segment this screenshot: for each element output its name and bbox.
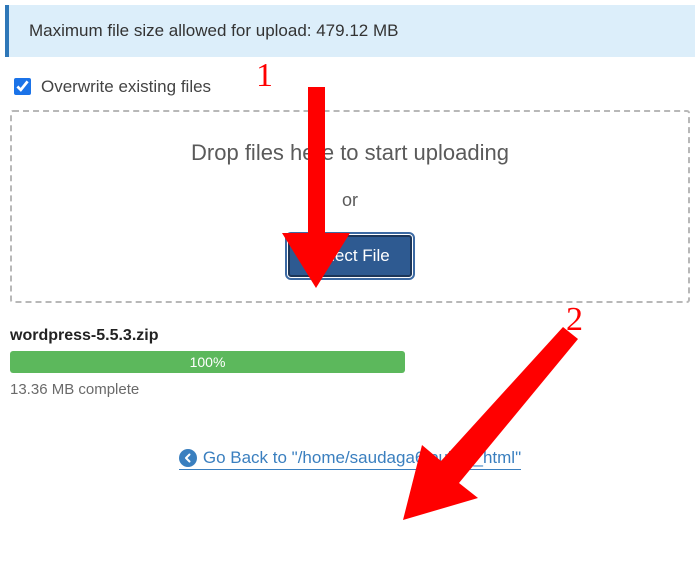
select-file-button[interactable]: Select File: [288, 235, 411, 277]
max-file-size-text: Maximum file size allowed for upload: 47…: [29, 21, 398, 40]
progress-fill: 100%: [10, 351, 405, 373]
arrow-left-circle-icon: [179, 449, 197, 467]
go-back-row: Go Back to "/home/saudaga6/public_html": [0, 448, 700, 470]
upload-file-block: wordpress-5.5.3.zip 100% 13.36 MB comple…: [10, 327, 690, 398]
drop-zone-title: Drop files here to start uploading: [32, 140, 668, 166]
upload-file-name: wordpress-5.5.3.zip: [10, 327, 690, 345]
annotation-label-2: 2: [566, 301, 583, 339]
go-back-link[interactable]: Go Back to "/home/saudaga6/public_html": [179, 448, 521, 470]
drop-zone[interactable]: Drop files here to start uploading or Se…: [10, 110, 690, 303]
drop-zone-or: or: [32, 190, 668, 211]
overwrite-row: Overwrite existing files: [10, 75, 690, 98]
progress-percent: 100%: [190, 354, 226, 370]
upload-complete-text: 13.36 MB complete: [10, 381, 690, 398]
overwrite-checkbox[interactable]: [14, 78, 31, 95]
overwrite-label: Overwrite existing files: [41, 77, 211, 97]
annotation-label-1: 1: [256, 57, 273, 95]
go-back-text: Go Back to "/home/saudaga6/public_html": [203, 448, 521, 468]
progress-bar: 100%: [10, 351, 405, 373]
max-file-size-banner: Maximum file size allowed for upload: 47…: [5, 5, 695, 57]
